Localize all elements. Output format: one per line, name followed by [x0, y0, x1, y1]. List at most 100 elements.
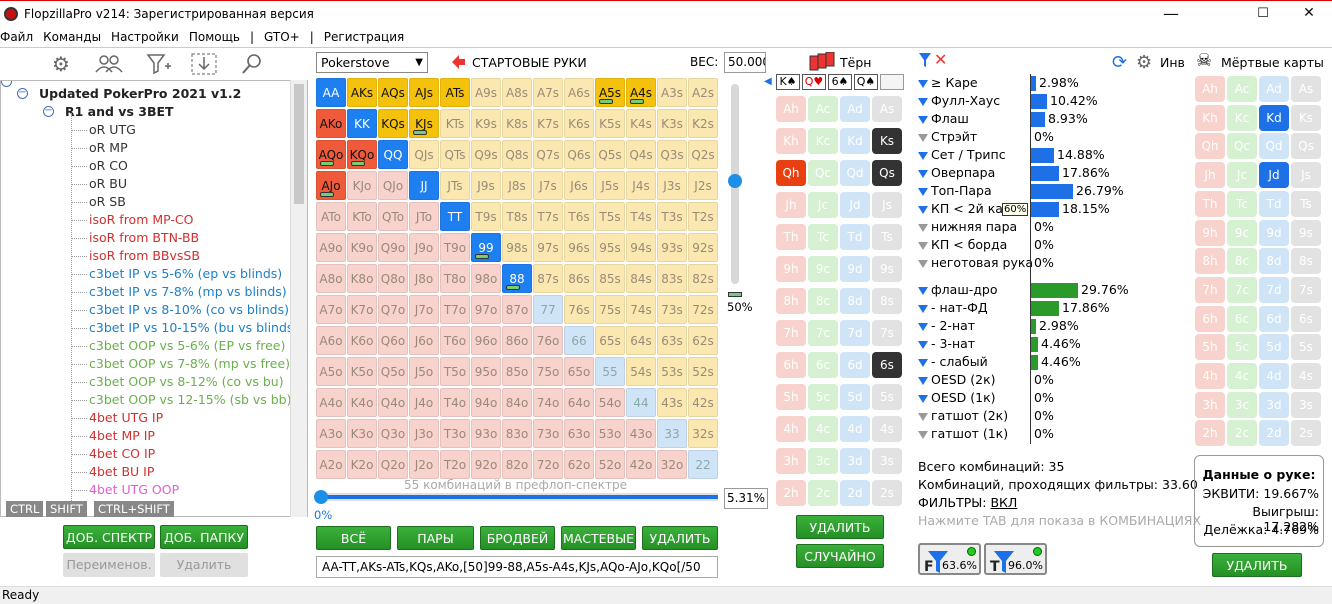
hand-cell[interactable]: AA [316, 78, 346, 107]
menu-item-1[interactable]: Команды [39, 30, 107, 44]
back-arrow-icon[interactable] [450, 54, 466, 70]
hand-cell[interactable]: J5o [409, 357, 439, 386]
hand-cell[interactable]: 73s [657, 295, 687, 324]
pairs-button[interactable]: ПАРЫ [397, 526, 474, 550]
hand-cell[interactable]: 66 [564, 326, 594, 355]
tree-item[interactable]: isoR from BBvsSB [89, 247, 200, 265]
hand-cell[interactable]: Q3o [378, 419, 408, 448]
board-card-9s[interactable]: 9s [872, 256, 902, 282]
menu-item-7[interactable]: Регистрация [320, 30, 410, 44]
hand-cell[interactable]: J5s [595, 171, 625, 200]
dead-card-3c[interactable]: 3c [1227, 391, 1257, 418]
hand-cell[interactable]: K4s [626, 109, 656, 138]
hand-cell[interactable]: 76s [564, 295, 594, 324]
stat-row-hand[interactable]: КП < 2й кар [918, 200, 1011, 218]
board-card-Kc[interactable]: Kc [808, 128, 838, 154]
board-card-Ks[interactable]: Ks [872, 128, 902, 154]
dead-card-7d[interactable]: 7d [1259, 276, 1289, 303]
hand-cell[interactable]: 76o [533, 326, 563, 355]
hand-cell[interactable]: K3s [657, 109, 687, 138]
hand-cell[interactable]: 97s [533, 233, 563, 262]
stat-row-hand[interactable]: нижняя пара [918, 218, 1017, 236]
tree-item[interactable]: c3bet OOP vs 12-15% (sb vs bb) [89, 391, 292, 409]
hand-cell[interactable]: 75s [595, 295, 625, 324]
dead-card-3h[interactable]: 3h [1195, 391, 1225, 418]
hand-cell[interactable]: 86o [502, 326, 532, 355]
board-card-5h[interactable]: 5h [776, 384, 806, 410]
board-card-Ac[interactable]: Ac [808, 96, 838, 122]
hand-cell[interactable]: 63o [564, 419, 594, 448]
hand-cell[interactable]: QJs [409, 140, 439, 169]
hand-cell[interactable]: J7o [409, 295, 439, 324]
board-card-Ts[interactable]: Ts [872, 224, 902, 250]
dead-card-Tc[interactable]: Tc [1227, 190, 1257, 217]
tree-scrollbar[interactable] [290, 80, 307, 517]
tree-item[interactable]: c3bet IP vs 5-6% (ep vs blinds) [89, 265, 282, 283]
hand-cell[interactable]: 54s [626, 357, 656, 386]
collapse-all-node[interactable]: − [1, 81, 12, 87]
hand-cell[interactable]: 93o [471, 419, 501, 448]
hand-cell[interactable]: KTs [440, 109, 470, 138]
dead-card-2h[interactable]: 2h [1195, 420, 1225, 447]
board-card-Qc[interactable]: Qc [808, 160, 838, 186]
tree-folder-toggle[interactable]: − [43, 106, 54, 117]
weight-slider[interactable] [728, 84, 742, 284]
maximize-button[interactable]: ☐ [1240, 1, 1286, 25]
board-card-Ad[interactable]: Ad [840, 96, 870, 122]
filter-icon[interactable] [918, 52, 932, 68]
hand-cell[interactable]: 87s [533, 264, 563, 293]
hand-cell[interactable]: A5s [595, 78, 625, 107]
dead-card-Kd[interactable]: Kd [1259, 104, 1289, 131]
hand-cell[interactable]: T5o [440, 357, 470, 386]
hand-cell[interactable]: 87o [502, 295, 532, 324]
hand-cell[interactable]: 82s [688, 264, 718, 293]
hand-cell[interactable]: A8s [502, 78, 532, 107]
funnel-icon[interactable] [918, 223, 928, 232]
hand-cell[interactable]: J6s [564, 171, 594, 200]
tree-item[interactable]: 4bet BU IP [89, 463, 154, 481]
funnel-icon[interactable] [918, 322, 928, 331]
hand-cell[interactable]: JTs [440, 171, 470, 200]
hand-cell[interactable]: 95s [595, 233, 625, 262]
hand-cell[interactable]: T8s [502, 202, 532, 231]
hand-cell[interactable]: QQ [378, 140, 408, 169]
hand-cell[interactable]: 72o [533, 450, 563, 479]
funnel-icon[interactable] [918, 187, 928, 196]
select-all-button[interactable]: ВСЁ [316, 526, 391, 550]
funnel-icon[interactable] [918, 115, 928, 124]
hand-cell[interactable]: AKs [347, 78, 377, 107]
menu-item-5[interactable]: GTO+ [260, 30, 306, 44]
hand-cell[interactable]: A4o [316, 388, 346, 417]
stat-row-hand[interactable]: Сет / Трипс [918, 146, 1006, 164]
hand-cell[interactable]: QTs [440, 140, 470, 169]
board-card-7h[interactable]: 7h [776, 320, 806, 346]
stat-row-draw[interactable]: гатшот (2к) [918, 407, 1008, 425]
stat-row-hand[interactable]: ≥ Каре [918, 74, 978, 92]
dead-card-4c[interactable]: 4c [1227, 363, 1257, 389]
tree-item[interactable]: c3bet IP vs 7-8% (mp vs blinds) [89, 283, 287, 301]
stat-row-draw[interactable]: флаш-дро [918, 281, 998, 299]
hand-cell[interactable]: K2o [347, 450, 377, 479]
hand-cell[interactable]: 92s [688, 233, 718, 262]
dead-card-8s[interactable]: 8s [1291, 248, 1321, 275]
tree-folder-label[interactable]: R1 and vs 3BET [65, 103, 174, 121]
menu-item-2[interactable]: Настройки [107, 30, 185, 44]
hand-cell[interactable]: A9o [316, 233, 346, 262]
stat-row-draw[interactable]: - 2-нат [918, 317, 975, 335]
board-card-5d[interactable]: 5d [840, 384, 870, 410]
hand-cell[interactable]: 62s [688, 326, 718, 355]
board-card-4c[interactable]: 4c [808, 416, 838, 442]
hand-cell[interactable]: AJs [409, 78, 439, 107]
board-card-Qs[interactable]: Qs [872, 160, 902, 186]
hand-cell[interactable]: T6s [564, 202, 594, 231]
stat-row-hand[interactable]: Фулл-Хаус [918, 92, 1000, 110]
tree-item[interactable]: isoR from MP-CO [89, 211, 193, 229]
hand-cell[interactable]: T2s [688, 202, 718, 231]
hand-cell[interactable]: J4s [626, 171, 656, 200]
funnel-icon[interactable] [918, 304, 928, 313]
menu-item-0[interactable]: Файл [0, 30, 39, 44]
funnel-icon[interactable] [918, 205, 928, 214]
range-source-dropdown[interactable]: Pokerstove ▼ [316, 52, 428, 73]
stat-row-hand[interactable]: Флаш [918, 110, 969, 128]
board-delete-button[interactable]: УДАЛИТЬ [796, 515, 884, 539]
